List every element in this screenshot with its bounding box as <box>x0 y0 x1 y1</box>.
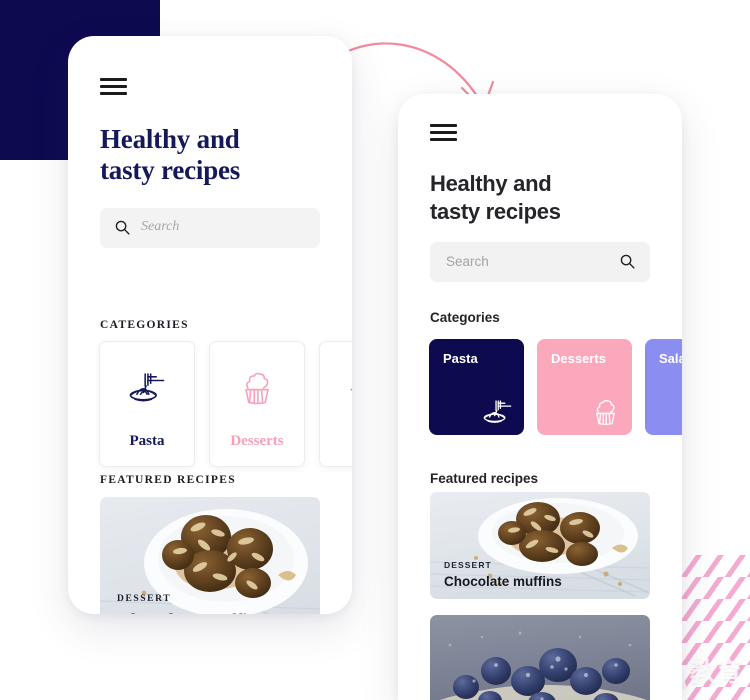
phone-mockup-right: Healthy and tasty recipes Search Categori… <box>398 94 682 700</box>
watermark-suffix: 教育 <box>689 657 742 687</box>
featured-recipe-card[interactable]: DESSERT Chocolate muffins <box>430 492 650 599</box>
cupcake-icon <box>596 399 615 426</box>
category-name: Sala <box>659 351 682 366</box>
featured-recipe-kicker: DESSERT <box>117 594 172 604</box>
category-card-desserts[interactable]: Desserts <box>209 341 305 467</box>
featured-recipe-card[interactable]: DESSERT Chocolate muffins <box>100 497 320 614</box>
search-input[interactable]: Search <box>100 208 320 248</box>
featured-recipe-title: Chocolate muffins <box>444 574 562 589</box>
hamburger-menu-icon[interactable] <box>100 78 127 96</box>
categories-label: Categories <box>430 310 500 325</box>
featured-recipe-title: Chocolate muffins <box>117 611 265 614</box>
pasta-icon <box>483 400 512 423</box>
search-icon[interactable] <box>619 253 636 270</box>
category-card-desserts[interactable]: Desserts <box>537 339 632 435</box>
featured-recipe-kicker: DESSERT <box>444 560 492 570</box>
category-card-pasta[interactable]: Pasta <box>429 339 524 435</box>
categories-list[interactable]: Pasta Desserts <box>99 341 352 467</box>
category-card-pasta[interactable]: Pasta <box>99 341 195 467</box>
search-input[interactable]: Search <box>430 242 650 282</box>
screenshot-canvas: AAA教育 Healthy andtasty recipes Search CA… <box>0 0 750 700</box>
category-card-salad[interactable]: Sa <box>319 341 352 467</box>
category-name: Pasta <box>129 433 165 449</box>
hamburger-menu-icon[interactable] <box>430 124 457 142</box>
categories-list[interactable]: Pasta Desserts Sal <box>429 339 682 435</box>
page-title: Healthy and tasty recipes <box>100 124 241 186</box>
search-placeholder: Search <box>446 254 489 269</box>
phone-mockup-left: Healthy and tasty recipes Search CATEGORI… <box>68 36 352 614</box>
pasta-icon <box>129 373 165 402</box>
category-name: Desserts <box>551 351 606 366</box>
cupcake-icon <box>245 372 269 405</box>
categories-label: CATEGORIES <box>100 319 189 331</box>
category-name: Pasta <box>443 351 478 366</box>
featured-label: Featured recipes <box>430 471 539 486</box>
salad-icon <box>350 388 352 391</box>
category-card-salad[interactable]: Sala <box>645 339 682 435</box>
featured-recipe-card[interactable] <box>430 615 650 700</box>
category-name: Desserts <box>230 433 284 449</box>
recipe-photo <box>430 615 650 700</box>
category-name: Sa <box>320 433 352 450</box>
search-icon <box>115 220 130 235</box>
search-placeholder: Search <box>141 219 180 234</box>
page-title: Healthy and tasty recipes <box>430 171 561 225</box>
featured-label: FEATURED RECIPES <box>100 474 236 486</box>
